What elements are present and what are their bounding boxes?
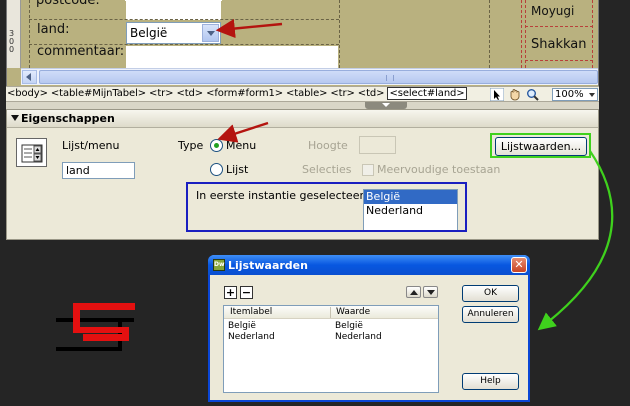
hoogte-field xyxy=(359,136,396,154)
add-item-button[interactable]: + xyxy=(224,286,237,299)
table-border xyxy=(125,0,222,1)
tag-form[interactable]: <form#form1> xyxy=(206,88,283,99)
land-select-value: België xyxy=(130,26,168,40)
col-itemlabel[interactable]: Itemlabel xyxy=(230,307,272,317)
table-border xyxy=(339,0,340,68)
ruler-mark: 0 xyxy=(9,45,15,54)
table-border xyxy=(525,26,593,27)
dialog-title: Lijstwaarden xyxy=(228,259,308,272)
hand-tool-icon[interactable] xyxy=(508,88,522,101)
label-land: land: xyxy=(37,22,70,37)
list-item[interactable]: Nederland xyxy=(364,204,457,218)
row-value: Nederland xyxy=(335,332,382,342)
zoom-tool-icon[interactable] xyxy=(526,88,540,101)
ok-button[interactable]: OK xyxy=(462,285,519,302)
table-border xyxy=(29,0,30,68)
properties-panel: Eigenschappen Lijst/menu land Type Menu … xyxy=(6,109,599,240)
postcode-cell xyxy=(126,0,221,20)
annuleren-button[interactable]: Annuleren xyxy=(462,306,519,323)
dialog-titlebar[interactable]: Dw Lijstwaarden ✕ xyxy=(208,255,530,275)
properties-title: Eigenschappen xyxy=(21,112,115,125)
design-view[interactable]: 3 0 0 postcode: land: commentaar: België… xyxy=(6,0,599,86)
move-down-button[interactable] xyxy=(423,286,438,298)
table-border xyxy=(525,0,526,68)
right-cell-moyugi: Moyugi xyxy=(531,4,575,18)
tag-td[interactable]: <td> xyxy=(176,88,203,99)
table-border xyxy=(29,19,339,20)
table-border xyxy=(592,0,593,68)
tag-table[interactable]: <table> xyxy=(286,88,327,99)
collapse-triangle-icon[interactable] xyxy=(11,115,19,121)
app-icon: Dw xyxy=(213,259,225,271)
chevron-down-icon[interactable] xyxy=(202,24,219,42)
radio-lijst[interactable] xyxy=(210,163,223,176)
col-waarde[interactable]: Waarde xyxy=(336,307,370,317)
radio-menu-label: Menu xyxy=(226,139,257,152)
table-border xyxy=(525,60,593,61)
meervoudige-checkbox xyxy=(362,164,374,176)
commentaar-cell xyxy=(126,46,338,68)
initial-selected-list[interactable]: België Nederland xyxy=(363,189,458,231)
name-field-value: land xyxy=(66,164,90,177)
tag-table-mijntabel[interactable]: <table#MijnTabel> xyxy=(51,88,146,99)
selecties-label: Selecties xyxy=(302,163,352,176)
collapse-arrow-icon[interactable] xyxy=(365,102,407,109)
radio-lijst-label: Lijst xyxy=(226,163,249,176)
tag-tr-2[interactable]: <tr> xyxy=(330,88,354,99)
tag-body[interactable]: <body> xyxy=(7,88,48,99)
grip-icon xyxy=(386,75,394,81)
right-cell-shakkan: Shakkan xyxy=(531,37,587,52)
zoom-select[interactable]: 100% xyxy=(552,88,598,101)
properties-header[interactable]: Eigenschappen xyxy=(7,110,598,128)
row-value: België xyxy=(335,321,363,331)
table-row[interactable]: Nederland Nederland xyxy=(224,332,438,343)
label-commentaar: commentaar: xyxy=(37,44,125,59)
help-button[interactable]: Help xyxy=(462,373,519,390)
table-border xyxy=(489,0,490,68)
lijst-menu-label: Lijst/menu xyxy=(62,139,120,152)
tag-td-2[interactable]: <td> xyxy=(358,88,385,99)
initial-selected-label: In eerste instantie geselecteerd xyxy=(196,189,371,202)
remove-item-button[interactable]: − xyxy=(240,286,253,299)
horizontal-scrollbar[interactable] xyxy=(21,68,598,85)
vertical-ruler: 3 0 0 xyxy=(7,0,21,68)
list-menu-icon xyxy=(16,138,47,167)
tag-selector-bar: <body> <table#MijnTabel> <tr> <td> <form#for… xyxy=(6,86,599,102)
tag-tr[interactable]: <tr> xyxy=(149,88,173,99)
move-up-button[interactable] xyxy=(406,286,421,298)
row-label: Nederland xyxy=(228,332,275,342)
hoogte-label: Hoogte xyxy=(308,139,348,152)
pointer-tool-icon[interactable] xyxy=(490,88,504,101)
radio-menu[interactable] xyxy=(210,139,223,152)
scrollbar-thumb[interactable] xyxy=(39,70,598,84)
row-label: België xyxy=(228,321,256,331)
type-label: Type xyxy=(178,139,204,152)
label-postcode: postcode: xyxy=(36,0,100,8)
list-header: Itemlabel Waarde xyxy=(224,306,438,319)
panel-splitter[interactable] xyxy=(6,102,599,109)
table-border xyxy=(521,0,522,68)
scroll-left-icon[interactable] xyxy=(22,70,37,84)
column-separator[interactable] xyxy=(330,307,331,318)
list-item[interactable]: België xyxy=(364,190,457,204)
close-button[interactable]: ✕ xyxy=(511,257,527,273)
lijstwaarden-dialog: Dw Lijstwaarden ✕ + − Itemlabel Waarde B… xyxy=(208,255,530,402)
name-field[interactable]: land xyxy=(62,162,135,179)
land-select[interactable]: België xyxy=(126,22,221,44)
dialog-body: + − Itemlabel Waarde België België Neder… xyxy=(210,275,528,400)
tag-select-land[interactable]: <select#land> xyxy=(387,87,467,100)
tag-path: <body> <table#MijnTabel> <tr> <td> <form#for… xyxy=(7,87,470,100)
meervoudige-label: Meervoudige toestaan xyxy=(377,163,501,176)
table-row[interactable]: België België xyxy=(224,321,438,332)
lijstwaarden-button[interactable]: Lijstwaarden... xyxy=(495,137,587,156)
values-list[interactable]: Itemlabel Waarde België België Nederland… xyxy=(223,305,439,393)
